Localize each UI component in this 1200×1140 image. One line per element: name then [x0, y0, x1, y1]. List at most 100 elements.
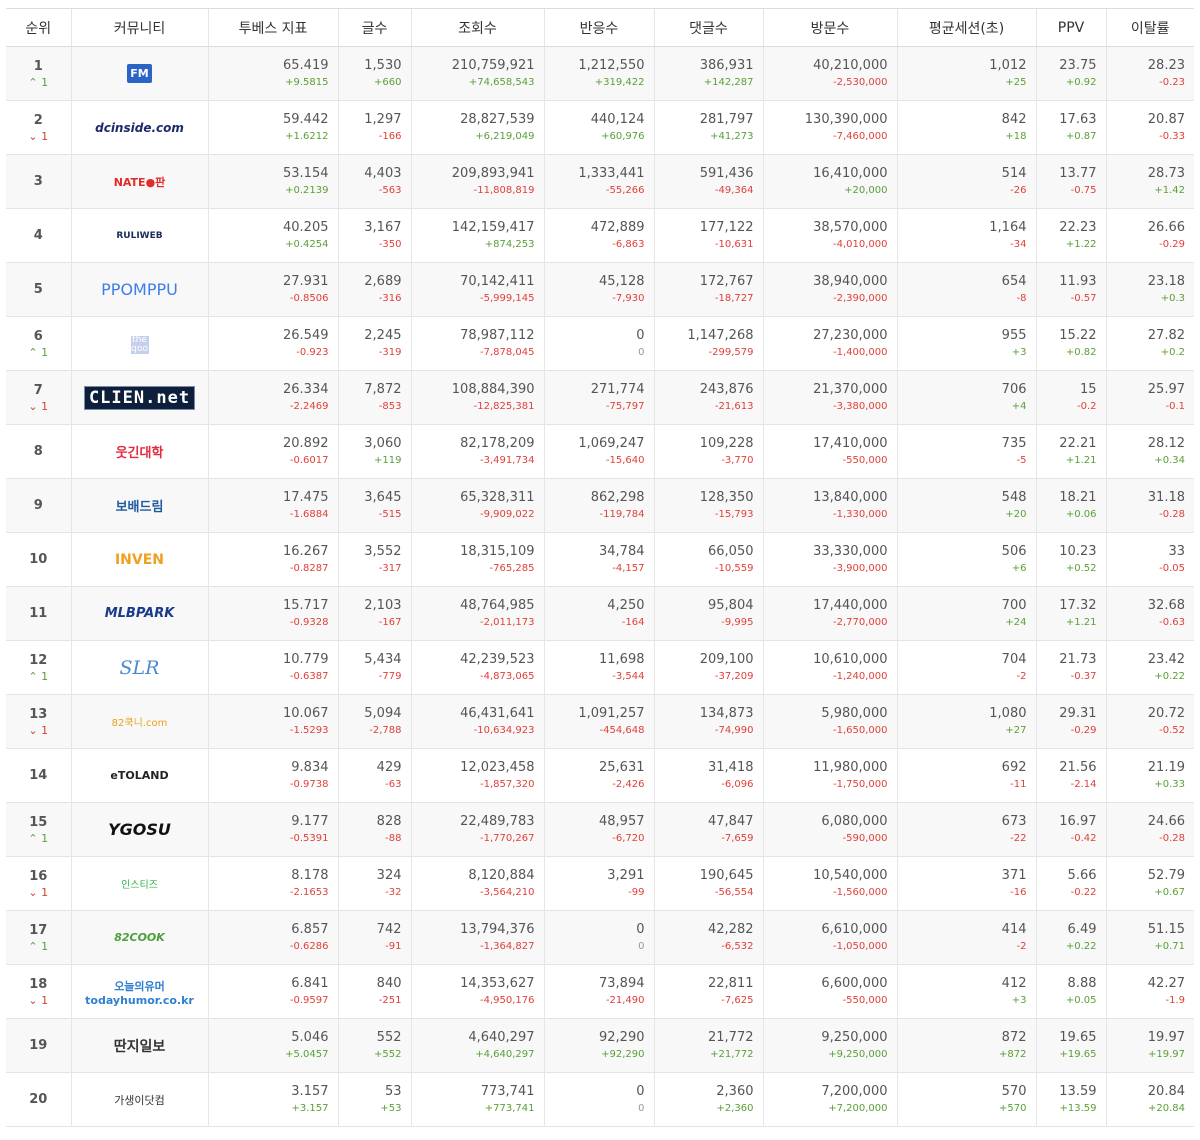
table-row[interactable]: 11 MLBPARK 15.717 -0.9328 2,103 -167 48,764,98…: [6, 586, 1194, 641]
reactions-value: 862,298: [590, 490, 645, 505]
reactions-value: 1,069,247: [578, 436, 645, 451]
community-logo[interactable]: 82COOK: [114, 923, 165, 953]
header-posts[interactable]: 글수: [337, 8, 411, 47]
table-row[interactable]: 5 PPOMPPU 27.931 -0.8506 2,689 -316 70,142,411…: [6, 262, 1194, 317]
bounce-rate-delta: +0.34: [1154, 455, 1185, 466]
tubes-index-delta: -0.9597: [289, 995, 329, 1006]
community-cell[interactable]: RULIWEB: [70, 208, 208, 263]
community-logo[interactable]: CLIEN.net: [83, 383, 196, 413]
posts-delta: -2,788: [369, 725, 402, 736]
avg-session-delta: +6: [1011, 563, 1027, 574]
community-logo[interactable]: RULIWEB: [116, 221, 162, 251]
cell-views: 28,827,539 +6,219,049: [410, 100, 544, 155]
views-value: 108,884,390: [451, 382, 535, 397]
community-logo[interactable]: dcinside.com: [95, 113, 184, 143]
community-logo-text: eTOLAND: [110, 769, 169, 782]
table-row[interactable]: 3 NATE●판 53.154 +0.2139 4,403 -563 209,893,941…: [6, 154, 1194, 209]
header-visits[interactable]: 방문수: [762, 8, 897, 47]
header-tubes-index[interactable]: 투베스 지표: [207, 8, 338, 47]
cell-posts: 1,530 +660: [337, 46, 411, 101]
header-ppv[interactable]: PPV: [1035, 8, 1106, 47]
community-logo[interactable]: 오늘의유머 todayhumor.co.kr: [72, 978, 208, 1008]
header-views[interactable]: 조회수: [410, 8, 544, 47]
table-row[interactable]: 7 ⌄ 1 CLIEN.net 26.334 -2.2469 7,872 -853 108,8…: [6, 370, 1194, 425]
table-row[interactable]: 2 ⌄ 1 dcinside.com 59.442 +1.6212 1,297 -166 28…: [6, 100, 1194, 155]
rank-down-indicator: ⌄ 1: [6, 724, 71, 738]
community-logo-text: YGOSU: [108, 820, 171, 839]
visits-delta: -1,330,000: [832, 509, 888, 520]
community-logo[interactable]: PPOMPPU: [101, 275, 178, 305]
community-logo[interactable]: 보배드림: [116, 491, 164, 521]
table-row[interactable]: 17 ⌃ 1 82COOK 6.857 -0.6286 742 -91 13,794,376-…: [6, 910, 1194, 965]
table-row[interactable]: 19 딴지일보 5.046 +5.0457 552 +552 4,640,297 +4,640…: [6, 1018, 1194, 1073]
reactions-value: 440,124: [590, 112, 645, 127]
comments-value: 128,350: [699, 490, 754, 505]
cell-ppv: 6.49 +0.22: [1035, 910, 1106, 965]
visits-delta: -1,050,000: [832, 941, 888, 952]
community-logo[interactable]: INVEN: [115, 545, 164, 575]
table-row[interactable]: 14 eTOLAND 9.834 -0.9738 429 -63 12,023,458 -1,…: [6, 748, 1194, 803]
table-row[interactable]: 9 보배드림 17.475 -1.6884 3,645 -515 65,328,311 -9,…: [6, 478, 1194, 533]
community-cell[interactable]: 82쿡니.com: [70, 694, 208, 749]
community-cell[interactable]: CLIEN.net: [70, 370, 208, 425]
views-delta: -4,950,176: [479, 995, 535, 1006]
community-cell[interactable]: 딴지일보: [70, 1018, 208, 1073]
community-logo[interactable]: the qoo: [130, 330, 149, 360]
header-rank[interactable]: 순위: [6, 8, 71, 47]
community-cell[interactable]: FM: [70, 46, 208, 101]
community-logo[interactable]: SLR: [120, 653, 160, 683]
community-cell[interactable]: INVEN: [70, 532, 208, 587]
community-logo[interactable]: MLBPARK: [105, 599, 175, 629]
community-cell[interactable]: dcinside.com: [70, 100, 208, 155]
community-logo[interactable]: eTOLAND: [110, 761, 168, 791]
community-cell[interactable]: 오늘의유머 todayhumor.co.kr: [70, 964, 208, 1019]
reactions-value: 45,128: [599, 274, 645, 289]
cell-reactions: 00: [543, 910, 654, 965]
cell-bounce-rate: 19.97 +19.97: [1105, 1018, 1194, 1073]
table-row[interactable]: 13 ⌄ 1 82쿡니.com 10.067 -1.5293 5,094 -2,788 46,…: [6, 694, 1194, 749]
header-avg-session[interactable]: 평균세션(초): [896, 8, 1036, 47]
community-cell[interactable]: the qoo: [70, 316, 208, 371]
community-cell[interactable]: 웃긴대학: [70, 424, 208, 479]
table-row[interactable]: 1 ⌃ 1 FM 65.419 +9.5815 1,530 +660 210,759,921 +…: [6, 46, 1194, 101]
header-reactions[interactable]: 반응수: [543, 8, 654, 47]
avg-session-delta: -34: [1010, 239, 1027, 250]
community-logo[interactable]: 웃긴대학: [116, 437, 164, 467]
community-cell[interactable]: PPOMPPU: [70, 262, 208, 317]
community-logo[interactable]: YGOSU: [108, 815, 171, 845]
rank-number: 13: [29, 706, 48, 722]
community-cell[interactable]: NATE●판: [70, 154, 208, 209]
cell-bounce-rate: 20.72 -0.52: [1105, 694, 1194, 749]
community-logo[interactable]: 82쿡니.com: [112, 707, 168, 737]
table-row[interactable]: 16 ⌄ 1 인스티즈 8.178 -2.1653 324 -32 8,120,884 -3,5…: [6, 856, 1194, 911]
visits-value: 130,390,000: [804, 112, 888, 127]
community-cell[interactable]: YGOSU: [70, 802, 208, 857]
community-logo[interactable]: 가생이닷컴: [114, 1085, 165, 1115]
table-row[interactable]: 15 ⌃ 1 YGOSU 9.177 -0.5391 828 -88 22,489,783 -1…: [6, 802, 1194, 857]
community-logo[interactable]: NATE●판: [114, 167, 166, 197]
header-community[interactable]: 커뮤니티: [70, 8, 208, 47]
community-cell[interactable]: MLBPARK: [70, 586, 208, 641]
community-cell[interactable]: eTOLAND: [70, 748, 208, 803]
table-row[interactable]: 12 ⌃ 1 SLR 10.779 -0.6387 5,434 -779 42,239,523…: [6, 640, 1194, 695]
table-row[interactable]: 10 INVEN 16.267 -0.8287 3,552 -317 18,315,109 -…: [6, 532, 1194, 587]
table-row[interactable]: 20 가생이닷컴 3.157 +3.157 53 +53 773,741 +773,741 0 0…: [6, 1072, 1194, 1127]
posts-value: 324: [376, 868, 402, 883]
bounce-rate-value: 31.18: [1147, 490, 1185, 505]
community-logo[interactable]: 인스티즈: [121, 869, 158, 899]
community-cell[interactable]: 82COOK: [70, 910, 208, 965]
community-cell[interactable]: SLR: [70, 640, 208, 695]
table-row[interactable]: 18 ⌄ 1 오늘의유머 todayhumor.co.kr 6.841 -0.9597 8…: [6, 964, 1194, 1019]
header-comments[interactable]: 댓글수: [653, 8, 763, 47]
cell-comments: 31,418 -6,096: [653, 748, 763, 803]
community-logo[interactable]: 딴지일보: [114, 1031, 166, 1061]
table-row[interactable]: 8 웃긴대학 20.892 -0.6017 3,060 +119 82,178,209 -3,…: [6, 424, 1194, 479]
header-bounce-rate[interactable]: 이탈률: [1105, 8, 1194, 47]
community-logo[interactable]: FM: [127, 59, 152, 89]
reactions-value: 34,784: [599, 544, 645, 559]
table-row[interactable]: 6 ⌃ 1 the qoo 26.549 -0.923 2,245 -319 78,987,1…: [6, 316, 1194, 371]
community-cell[interactable]: 인스티즈: [70, 856, 208, 911]
community-cell[interactable]: 가생이닷컴: [70, 1072, 208, 1127]
table-row[interactable]: 4 RULIWEB 40.205 +0.4254 3,167 -350 142,159,41…: [6, 208, 1194, 263]
community-cell[interactable]: 보배드림: [70, 478, 208, 533]
